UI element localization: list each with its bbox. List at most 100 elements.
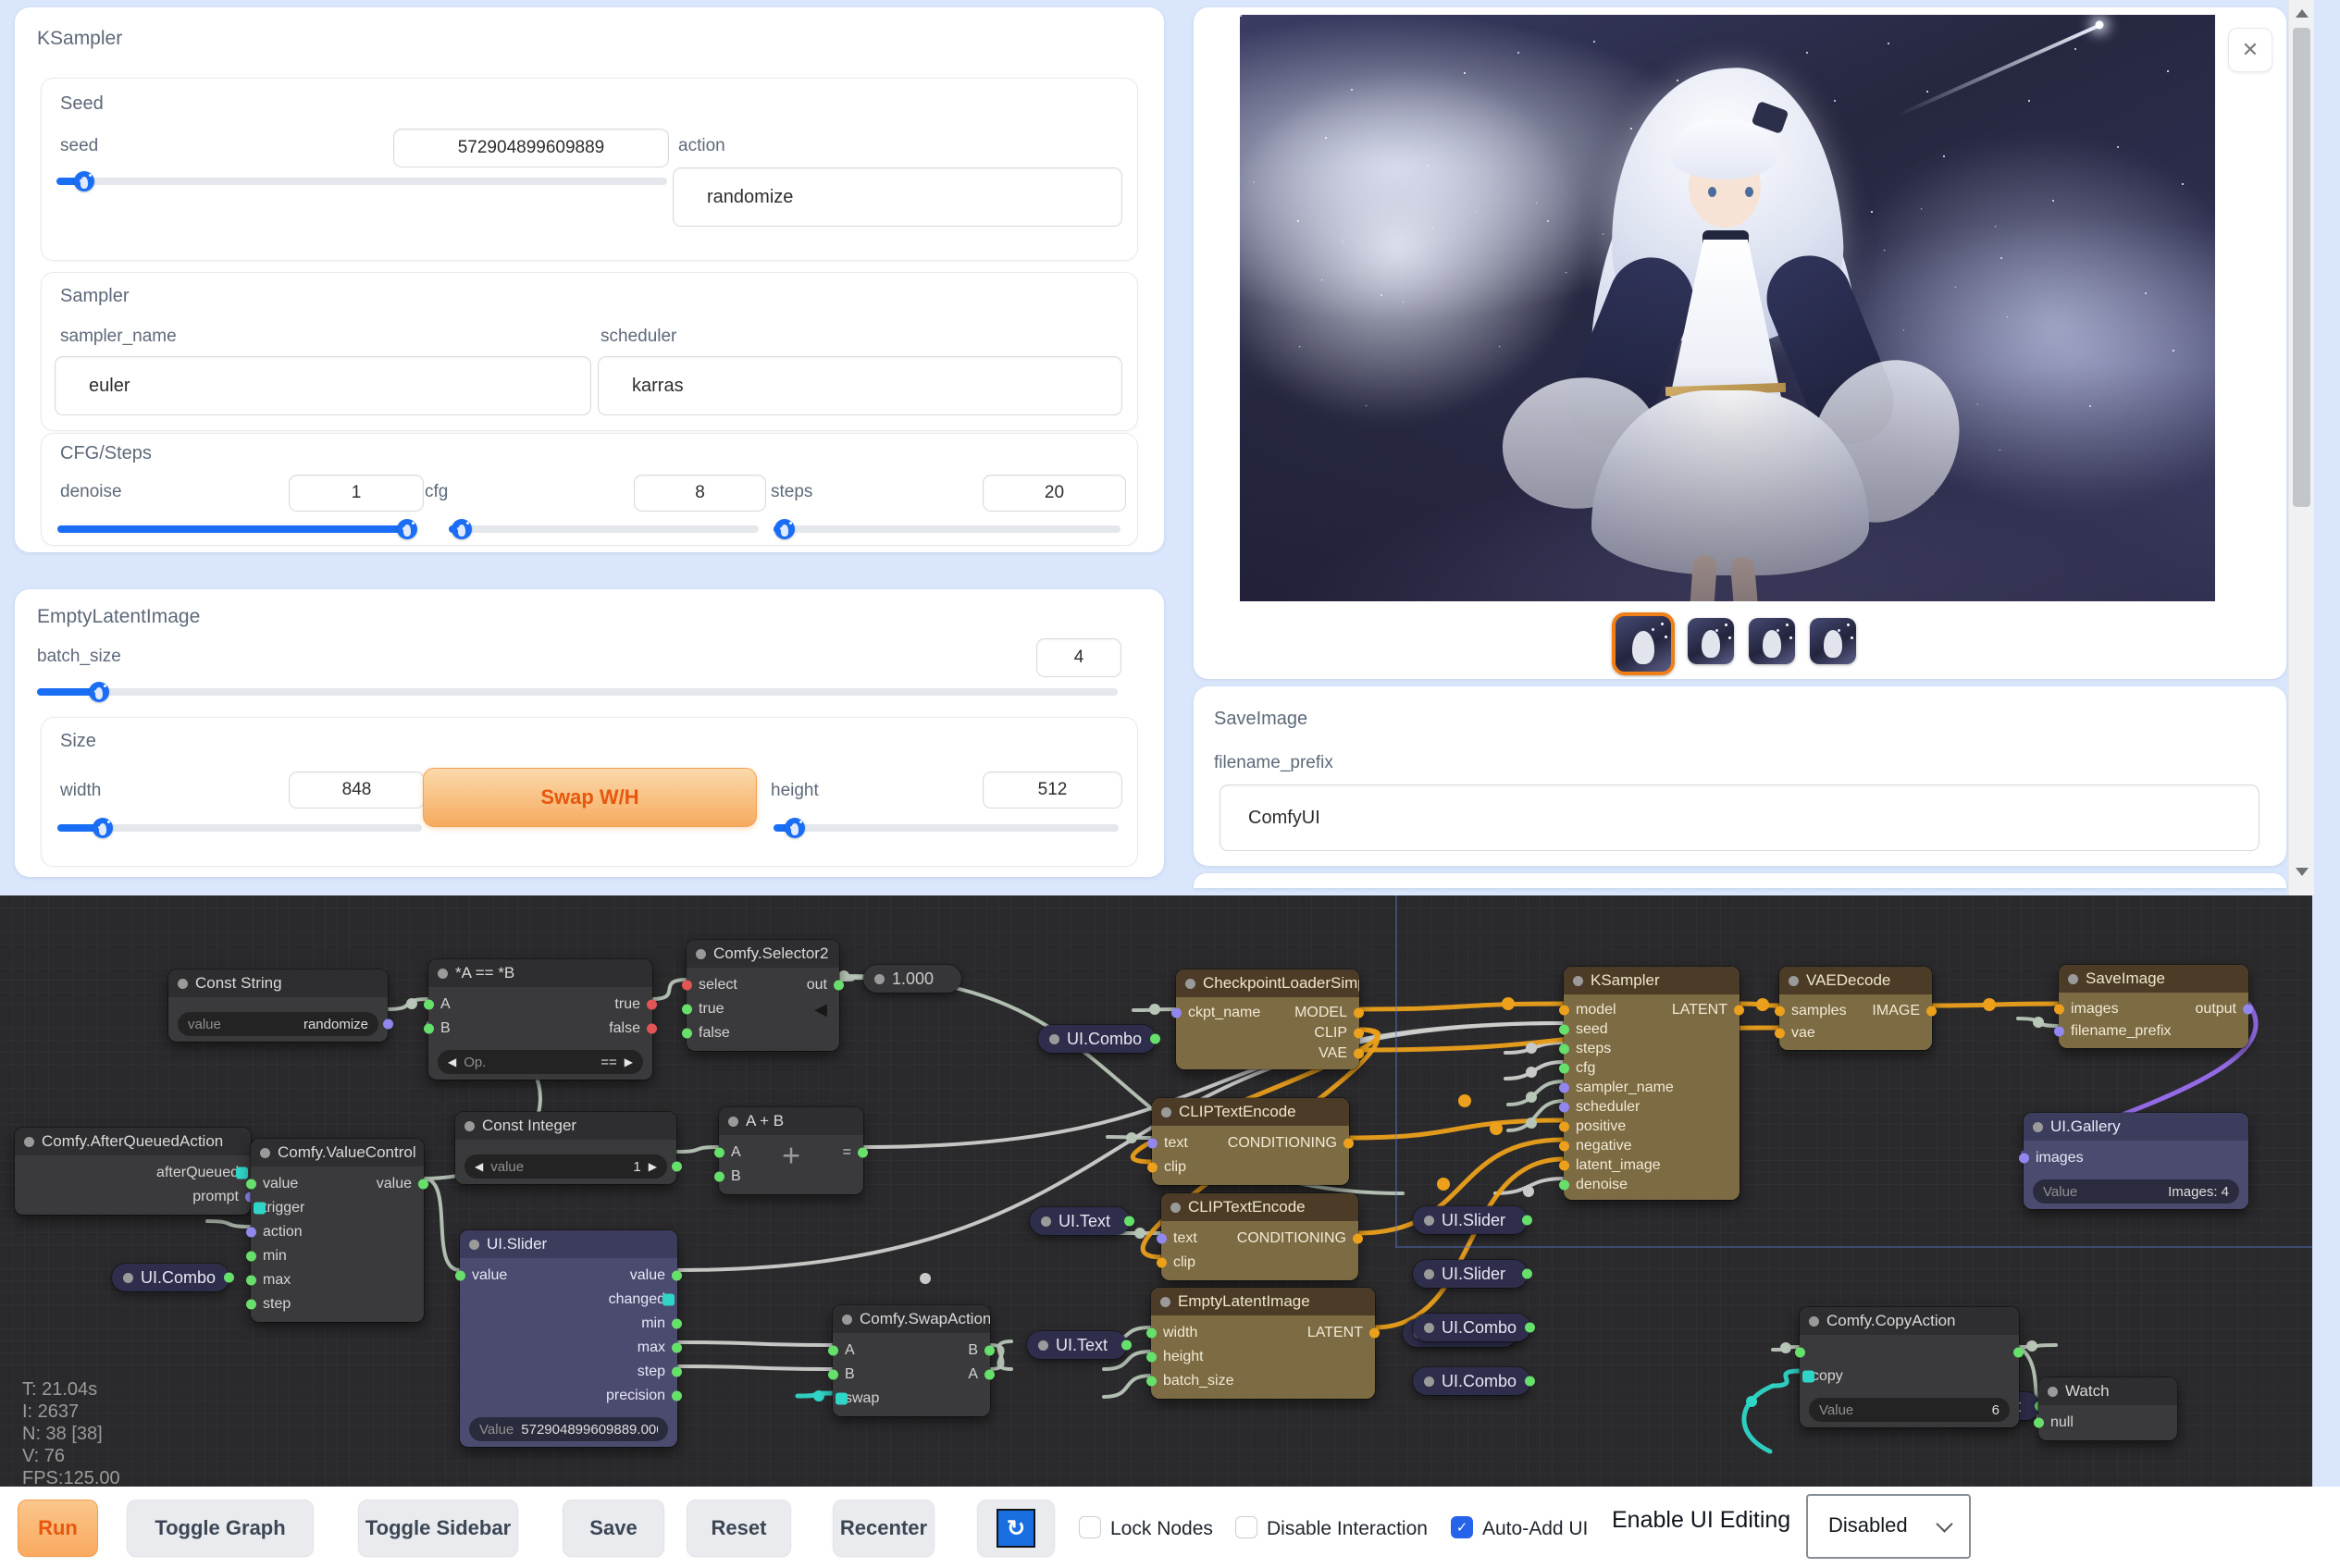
port-dot[interactable] [682, 1005, 692, 1015]
lock-nodes-checkbox[interactable] [1079, 1516, 1101, 1538]
port-dot[interactable] [246, 1276, 256, 1286]
port-dot[interactable] [647, 1000, 657, 1010]
port-slot[interactable] [1802, 1371, 1814, 1383]
batch-size-input[interactable] [1036, 638, 1121, 677]
port-dot[interactable] [2243, 1005, 2253, 1015]
width-input[interactable] [289, 772, 425, 809]
scroll-up-icon[interactable] [2296, 9, 2309, 18]
port-dot[interactable] [672, 1162, 682, 1172]
port-dot[interactable] [1525, 1323, 1535, 1333]
port-dot[interactable] [714, 1148, 724, 1158]
swap-wh-button[interactable]: Swap W/H [423, 768, 757, 827]
port-dot[interactable] [1124, 1216, 1134, 1227]
port-dot[interactable] [672, 1271, 682, 1281]
port-dot[interactable] [858, 1148, 868, 1158]
port-dot[interactable] [1147, 1163, 1158, 1173]
after-queued-action-node[interactable]: Comfy.AfterQueuedActionafterQueuedprompt [15, 1128, 251, 1215]
port-dot[interactable] [1926, 1006, 1937, 1017]
copy-action-node[interactable]: Comfy.CopyActioncopyValue6 [1800, 1307, 2019, 1427]
port-dot[interactable] [1559, 1024, 1569, 1034]
recenter-button[interactable]: Recenter [833, 1500, 935, 1557]
port-dot[interactable] [2019, 1154, 2029, 1164]
toggle-sidebar-button[interactable]: Toggle Sidebar [358, 1500, 518, 1557]
add-a-b-node[interactable]: A + BA=B+ [719, 1107, 863, 1194]
thumbnail-4[interactable] [1810, 618, 1856, 664]
ui-text-positive-node[interactable]: UI.Text [1030, 1207, 1130, 1235]
port-dot[interactable] [682, 1029, 692, 1039]
port-dot[interactable] [1559, 1179, 1569, 1190]
port-slot[interactable] [836, 1393, 848, 1405]
port-dot[interactable] [1559, 1043, 1569, 1054]
toggle-graph-button[interactable]: Toggle Graph [127, 1500, 314, 1557]
ui-slider-steps-node[interactable]: UI.Slider [1413, 1206, 1528, 1234]
ui-slider-seed-widget[interactable]: Value572904899609889.000 [469, 1417, 668, 1441]
height-input[interactable] [983, 772, 1122, 809]
port-dot[interactable] [828, 1346, 838, 1356]
port-dot[interactable] [383, 1019, 393, 1030]
scheduler-input[interactable] [598, 356, 1122, 415]
port-dot[interactable] [647, 1024, 657, 1034]
port-dot[interactable] [1121, 1340, 1132, 1351]
width-slider[interactable] [57, 818, 422, 838]
batch-size-slider[interactable] [37, 682, 1118, 702]
ui-combo-scheduler-node[interactable]: UI.Combo [1413, 1367, 1530, 1395]
thumbnail-1-selected[interactable] [1612, 612, 1675, 675]
ui-editing-select[interactable]: Disabled [1806, 1494, 1971, 1559]
port-dot[interactable] [424, 1000, 434, 1010]
port-dot[interactable] [1369, 1328, 1380, 1339]
port-dot[interactable] [224, 1273, 234, 1283]
port-dot[interactable] [1734, 1005, 1744, 1015]
port-dot[interactable] [1795, 1348, 1805, 1358]
cfg-input[interactable] [634, 475, 766, 512]
thumbnail-2[interactable] [1688, 618, 1734, 664]
auto-add-ui-checkbox[interactable]: ✓ [1451, 1516, 1473, 1538]
generated-image[interactable] [1240, 15, 2215, 601]
const-integer-node[interactable]: Const Integer◀value1▶ [455, 1112, 676, 1184]
empty-latent-image-node[interactable]: EmptyLatentImagewidthLATENTheightbatch_s… [1151, 1288, 1375, 1399]
port-dot[interactable] [984, 1346, 995, 1356]
port-dot[interactable] [1147, 1139, 1158, 1149]
port-dot[interactable] [672, 1391, 682, 1401]
watch-node[interactable]: Watchnull [2038, 1377, 2177, 1440]
compare-a-b-widget[interactable]: ◀Op.==▶ [438, 1050, 643, 1074]
port-slot[interactable] [236, 1167, 248, 1179]
sampler-name-input[interactable] [55, 356, 591, 415]
const-value-1000-node[interactable]: 1.000 [863, 965, 961, 993]
ui-combo-sampler-node[interactable]: UI.Combo [1413, 1314, 1530, 1341]
ui-gallery-widget[interactable]: ValueImages: 4 [2033, 1179, 2239, 1204]
port-dot[interactable] [1353, 1234, 1363, 1244]
port-slot[interactable] [662, 1294, 675, 1306]
port-dot[interactable] [672, 1343, 682, 1353]
port-dot[interactable] [1525, 1377, 1535, 1387]
save-image-node-node[interactable]: SaveImageimagesoutputfilename_prefix [2059, 965, 2248, 1048]
action-input[interactable] [673, 167, 1122, 227]
ui-slider-cfg-node[interactable]: UI.Slider [1413, 1260, 1528, 1288]
close-image-button[interactable]: ✕ [2228, 28, 2272, 72]
port-dot[interactable] [246, 1179, 256, 1190]
vae-decode-node[interactable]: VAEDecodesamplesIMAGEvae [1779, 967, 1932, 1050]
thumbnail-3[interactable] [1749, 618, 1795, 664]
port-dot[interactable] [834, 981, 844, 991]
port-dot[interactable] [424, 1024, 434, 1034]
port-dot[interactable] [1775, 1006, 1785, 1017]
compare-a-b-node[interactable]: *A == *BAtrueBfalse◀Op.==▶ [428, 959, 652, 1080]
port-dot[interactable] [1559, 1160, 1569, 1170]
port-dot[interactable] [714, 1172, 724, 1182]
disable-interaction-checkbox[interactable] [1235, 1516, 1257, 1538]
height-slider[interactable] [774, 818, 1119, 838]
port-dot[interactable] [1171, 1008, 1182, 1019]
port-dot[interactable] [984, 1370, 995, 1380]
const-integer-widget[interactable]: ◀value1▶ [464, 1154, 667, 1179]
port-dot[interactable] [2013, 1348, 2024, 1358]
filename-prefix-input[interactable] [1220, 784, 2260, 851]
port-dot[interactable] [1157, 1234, 1167, 1244]
ui-slider-seed-node[interactable]: UI.Slidervaluevaluechangedminmaxstepprec… [460, 1230, 677, 1447]
port-dot[interactable] [2054, 1027, 2064, 1037]
port-dot[interactable] [1354, 1029, 1364, 1039]
clip-encode-negative-node[interactable]: CLIPTextEncodetextCONDITIONINGclip [1161, 1193, 1358, 1280]
ksampler-node-node[interactable]: KSamplermodelLATENTseedstepscfgsampler_n… [1564, 967, 1740, 1200]
port-dot[interactable] [1343, 1139, 1354, 1149]
port-dot[interactable] [1559, 1063, 1569, 1073]
port-dot[interactable] [1146, 1352, 1157, 1363]
seed-slider[interactable] [56, 171, 667, 191]
